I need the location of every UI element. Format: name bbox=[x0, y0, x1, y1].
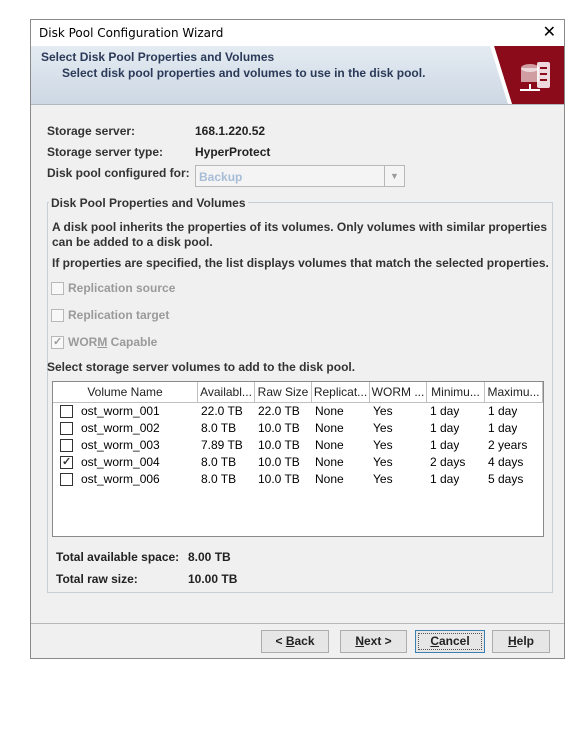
server-type-label: Storage server type: bbox=[47, 145, 164, 159]
row-checkbox[interactable]: ✓ bbox=[60, 456, 73, 469]
properties-group-title: Disk Pool Properties and Volumes bbox=[49, 196, 248, 210]
replication-source-label: Replication source bbox=[68, 281, 176, 295]
worm-cell: Yes bbox=[373, 421, 393, 435]
replication-cell: None bbox=[315, 438, 344, 452]
table-header: Volume Name Availabl... Raw Size Replica… bbox=[53, 382, 543, 403]
worm-cell: Yes bbox=[373, 455, 393, 469]
help-button[interactable]: Help bbox=[492, 630, 550, 653]
raw-size-cell: 10.0 TB bbox=[258, 472, 300, 486]
column-header-maximum[interactable]: Maximu... bbox=[485, 382, 543, 402]
row-checkbox[interactable] bbox=[60, 405, 73, 418]
worm-capable-checkbox[interactable]: ✓ bbox=[51, 336, 64, 349]
raw-size-cell: 22.0 TB bbox=[258, 404, 300, 418]
column-header-volume-name[interactable]: Volume Name bbox=[53, 382, 198, 402]
total-raw-label: Total raw size: bbox=[56, 572, 138, 586]
worm-cell: Yes bbox=[373, 438, 393, 452]
table-row[interactable]: ✓ ost_worm_004 8.0 TB 10.0 TB None Yes 2… bbox=[53, 454, 543, 471]
info-text-line3: If properties are specified, the list di… bbox=[52, 256, 549, 270]
info-text-line1: A disk pool inherits the properties of i… bbox=[52, 220, 547, 234]
maximum-cell: 2 years bbox=[488, 438, 528, 452]
column-header-raw-size[interactable]: Raw Size bbox=[255, 382, 312, 402]
button-separator bbox=[31, 623, 564, 624]
column-header-minimum[interactable]: Minimu... bbox=[427, 382, 485, 402]
minimum-cell: 1 day bbox=[430, 438, 460, 452]
raw-size-cell: 10.0 TB bbox=[258, 438, 300, 452]
banner-subheading: Select disk pool properties and volumes … bbox=[62, 66, 426, 80]
table-row[interactable]: ost_worm_002 8.0 TB 10.0 TB None Yes 1 d… bbox=[53, 420, 543, 437]
row-checkbox[interactable] bbox=[60, 439, 73, 452]
worm-cell: Yes bbox=[373, 472, 393, 486]
replication-source-checkbox[interactable] bbox=[51, 282, 64, 295]
worm-cell: Yes bbox=[373, 404, 393, 418]
maximum-cell: 4 days bbox=[488, 455, 524, 469]
check-icon: ✓ bbox=[53, 336, 63, 348]
replication-cell: None bbox=[315, 421, 344, 435]
volume-name-cell: ost_worm_004 bbox=[81, 455, 160, 469]
chevron-down-icon[interactable]: ▼ bbox=[384, 166, 404, 186]
maximum-cell: 5 days bbox=[488, 472, 524, 486]
info-text-line2: can be added to a disk pool. bbox=[52, 235, 213, 249]
volume-name-cell: ost_worm_006 bbox=[81, 472, 160, 486]
volumes-table: Volume Name Availabl... Raw Size Replica… bbox=[52, 381, 544, 537]
maximum-cell: 1 day bbox=[488, 404, 518, 418]
back-button[interactable]: < Back bbox=[261, 630, 329, 653]
available-cell: 8.0 TB bbox=[201, 421, 237, 435]
volume-name-cell: ost_worm_002 bbox=[81, 421, 160, 435]
row-checkbox[interactable] bbox=[60, 422, 73, 435]
check-icon: ✓ bbox=[62, 456, 72, 468]
replication-cell: None bbox=[315, 472, 344, 486]
available-cell: 8.0 TB bbox=[201, 472, 237, 486]
replication-target-label: Replication target bbox=[68, 308, 170, 322]
available-cell: 7.89 TB bbox=[201, 438, 243, 452]
raw-size-cell: 10.0 TB bbox=[258, 455, 300, 469]
minimum-cell: 1 day bbox=[430, 472, 460, 486]
column-header-worm[interactable]: WORM ... bbox=[370, 382, 427, 402]
raw-size-cell: 10.0 TB bbox=[258, 421, 300, 435]
volume-name-cell: ost_worm_003 bbox=[81, 438, 160, 452]
storage-server-value: 168.1.220.52 bbox=[195, 124, 266, 138]
column-header-available[interactable]: Availabl... bbox=[198, 382, 255, 402]
volume-name-cell: ost_worm_001 bbox=[81, 404, 160, 418]
wizard-banner: Select Disk Pool Properties and Volumes … bbox=[31, 46, 564, 105]
minimum-cell: 2 days bbox=[430, 455, 466, 469]
close-icon[interactable]: ✕ bbox=[543, 22, 556, 41]
table-row[interactable]: ost_worm_006 8.0 TB 10.0 TB None Yes 1 d… bbox=[53, 471, 543, 488]
maximum-cell: 1 day bbox=[488, 421, 518, 435]
total-available-label: Total available space: bbox=[56, 550, 180, 564]
configured-for-dropdown[interactable]: Backup ▼ bbox=[195, 165, 405, 187]
server-storage-icon bbox=[490, 46, 564, 104]
title-bar: Disk Pool Configuration Wizard ✕ bbox=[31, 20, 564, 46]
replication-target-checkbox[interactable] bbox=[51, 309, 64, 322]
cancel-button[interactable]: Cancel bbox=[415, 630, 485, 653]
worm-capable-label: WORM Capable bbox=[68, 335, 158, 349]
row-checkbox[interactable] bbox=[60, 473, 73, 486]
server-type-value: HyperProtect bbox=[195, 145, 271, 159]
available-cell: 22.0 TB bbox=[201, 404, 243, 418]
column-header-replication[interactable]: Replicat... bbox=[312, 382, 370, 402]
total-raw-value: 10.00 TB bbox=[188, 572, 238, 586]
table-row[interactable]: ost_worm_001 22.0 TB 22.0 TB None Yes 1 … bbox=[53, 403, 543, 420]
window-title: Disk Pool Configuration Wizard bbox=[39, 26, 224, 40]
wizard-window: Disk Pool Configuration Wizard ✕ Select … bbox=[30, 19, 565, 659]
minimum-cell: 1 day bbox=[430, 404, 460, 418]
configured-for-label: Disk pool configured for: bbox=[47, 166, 190, 180]
configured-for-value: Backup bbox=[199, 170, 243, 184]
replication-cell: None bbox=[315, 404, 344, 418]
total-available-value: 8.00 TB bbox=[188, 550, 231, 564]
available-cell: 8.0 TB bbox=[201, 455, 237, 469]
storage-server-label: Storage server: bbox=[47, 124, 136, 138]
banner-heading: Select Disk Pool Properties and Volumes bbox=[41, 50, 275, 64]
table-row[interactable]: ost_worm_003 7.89 TB 10.0 TB None Yes 1 … bbox=[53, 437, 543, 454]
replication-cell: None bbox=[315, 455, 344, 469]
minimum-cell: 1 day bbox=[430, 421, 460, 435]
select-volumes-prompt: Select storage server volumes to add to … bbox=[47, 360, 356, 374]
next-button[interactable]: Next > bbox=[340, 630, 407, 653]
